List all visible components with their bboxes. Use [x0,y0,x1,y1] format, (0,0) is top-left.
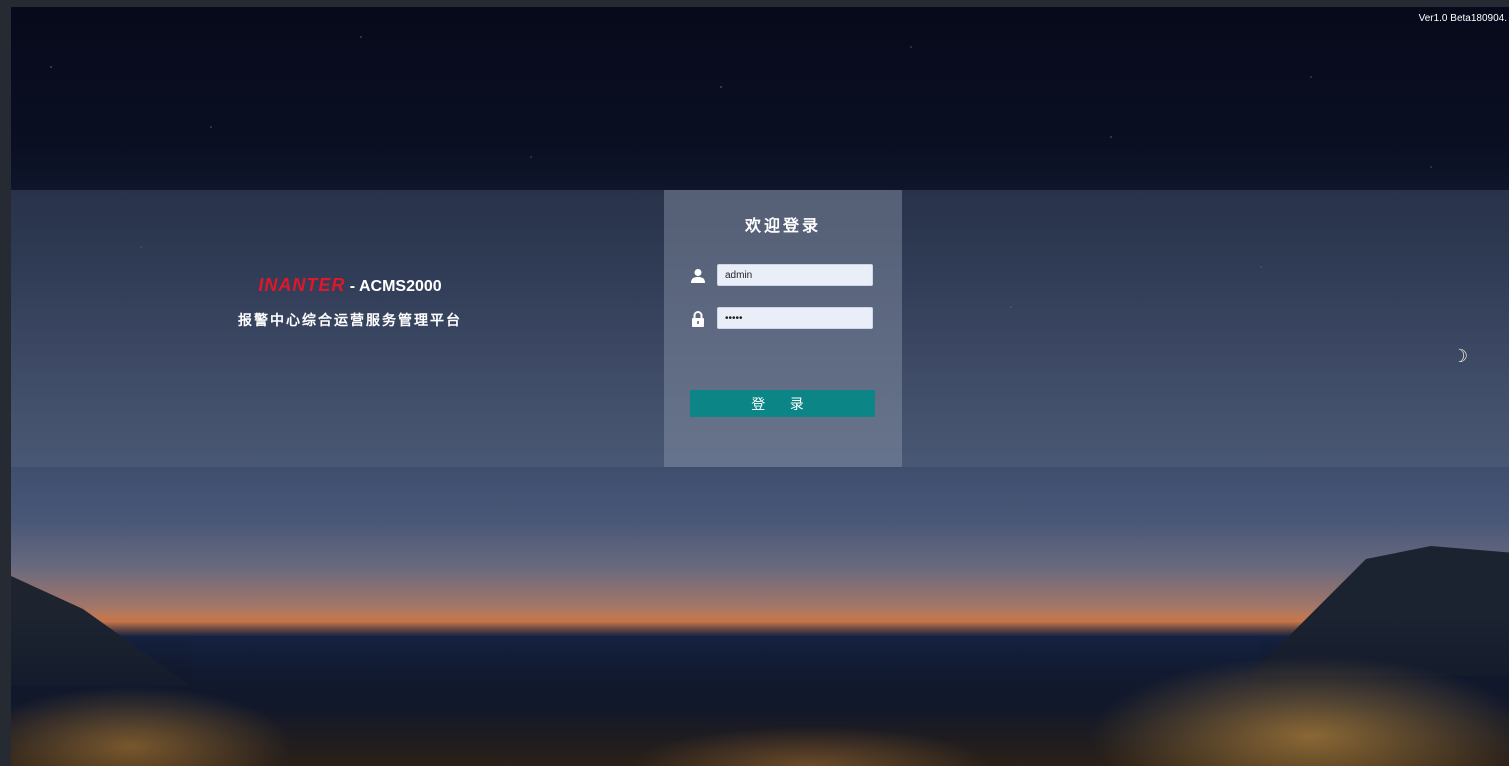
login-title: 欢迎登录 [744,218,821,235]
brand-title: INANTER - ACMS2000 [211,275,489,296]
product-name: - ACMS2000 [345,278,442,295]
user-icon [691,269,705,283]
login-page: Ver1.0 Beta180904. ☽ INANTER - ACMS2000 … [11,7,1509,766]
moon-icon: ☽ [1452,346,1469,366]
login-button[interactable]: 登 录 [690,390,875,417]
login-panel: 欢迎登录 登 录 [664,190,902,467]
brand-logo: INANTER [258,275,346,295]
city-lights-background [11,616,1509,766]
version-label: Ver1.0 Beta180904. [1418,13,1507,24]
username-input[interactable] [717,264,873,286]
platform-subtitle: 报警中心综合运营服务管理平台 [238,312,462,328]
lock-icon [692,311,704,327]
password-input[interactable] [717,307,873,329]
brand-block: INANTER - ACMS2000 报警中心综合运营服务管理平台 [211,275,489,330]
